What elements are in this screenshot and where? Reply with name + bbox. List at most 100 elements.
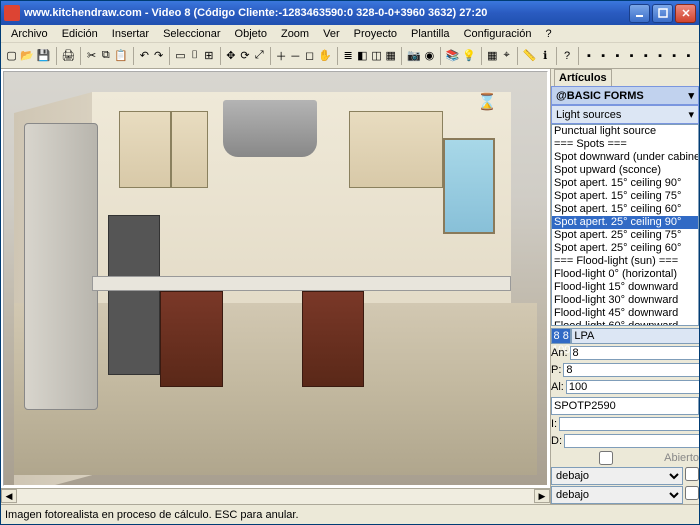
info-button[interactable]: ℹ <box>539 47 552 65</box>
print-button[interactable]: 🖨 <box>60 47 76 65</box>
height-input[interactable] <box>566 380 699 394</box>
a8-button[interactable]: ▪ <box>682 47 695 65</box>
a4-button[interactable]: ▪ <box>625 47 638 65</box>
code-input[interactable] <box>551 397 699 415</box>
menu-seleccionar[interactable]: Seleccionar <box>157 27 226 41</box>
undo-button[interactable]: ↶ <box>138 47 151 65</box>
open-button[interactable]: 📂 <box>19 47 35 65</box>
list-item[interactable]: === Flood-light (sun) === <box>552 255 698 268</box>
snap-button[interactable]: ⌖ <box>500 47 513 65</box>
zoom-out-button[interactable]: － <box>289 47 302 65</box>
dimension-swatch[interactable]: 8 8 100 <box>551 328 571 344</box>
ref-d-input[interactable] <box>564 434 699 448</box>
statusbar: Imagen fotorealista en proceso de cálcul… <box>1 504 699 524</box>
scroll-left-button[interactable]: ◀ <box>1 489 17 503</box>
maximize-button[interactable] <box>652 4 673 23</box>
list-item[interactable]: Flood-light 15° downward <box>552 281 698 294</box>
window-button[interactable]: ⊞ <box>202 47 215 65</box>
open-checkbox[interactable] <box>551 451 661 465</box>
list-item[interactable]: Flood-light 60° downward <box>552 320 698 326</box>
measure-button[interactable]: 📏 <box>522 47 538 65</box>
render-button[interactable]: ◉ <box>423 47 436 65</box>
catalog-label: @BASIC FORMS <box>556 90 644 102</box>
list-item[interactable]: Spot apert. 25° ceiling 60° <box>552 242 698 255</box>
list-item[interactable]: Spot apert. 25° ceiling 90° <box>552 216 698 229</box>
a6-button[interactable]: ▪ <box>653 47 666 65</box>
minimize-button[interactable] <box>629 4 650 23</box>
a7-button[interactable]: ▪ <box>668 47 681 65</box>
category-dropdown[interactable]: Light sources ▾ <box>551 105 699 124</box>
list-item[interactable]: Flood-light 45° downward <box>552 307 698 320</box>
menu-configuración[interactable]: Configuración <box>458 27 538 41</box>
width-label: An: <box>551 347 570 359</box>
grid-button[interactable]: ▦ <box>486 47 499 65</box>
copy-button[interactable]: ⧉ <box>99 47 112 65</box>
close-button[interactable] <box>675 4 696 23</box>
articles-tab[interactable]: Artículos <box>554 69 612 86</box>
zoom-in-button[interactable]: ＋ <box>275 47 288 65</box>
cut-button[interactable]: ✂ <box>85 47 98 65</box>
menu-edición[interactable]: Edición <box>56 27 104 41</box>
menu-ver[interactable]: Ver <box>317 27 346 41</box>
list-item[interactable]: === Spots === <box>552 138 698 151</box>
a3-button[interactable]: ▪ <box>611 47 624 65</box>
light-button[interactable]: 💡 <box>461 47 477 65</box>
scroll-track[interactable] <box>17 489 534 504</box>
redo-button[interactable]: ↷ <box>152 47 165 65</box>
a1-button[interactable]: ▪ <box>582 47 595 65</box>
pos2-checkbox[interactable] <box>685 486 699 500</box>
list-item[interactable]: Flood-light 0° (horizontal) <box>552 268 698 281</box>
catalog-dropdown[interactable]: @BASIC FORMS ▾ <box>551 86 699 105</box>
front-button[interactable]: ◫ <box>370 47 383 65</box>
3d-viewport[interactable]: ⌛ <box>3 71 548 486</box>
scroll-right-button[interactable]: ▶ <box>534 489 550 503</box>
list-item[interactable]: Punctual light source <box>552 125 698 138</box>
menu-archivo[interactable]: Archivo <box>5 27 54 41</box>
menu-?[interactable]: ? <box>539 27 557 41</box>
layers-button[interactable]: ≣ <box>342 47 355 65</box>
save-button[interactable]: 💾 <box>36 47 52 65</box>
list-item[interactable]: Spot apert. 15° ceiling 60° <box>552 203 698 216</box>
ref-i-input[interactable] <box>559 417 699 431</box>
list-item[interactable]: Flood-light 30° downward <box>552 294 698 307</box>
rotate-button[interactable]: ⟳ <box>238 47 251 65</box>
door-button[interactable]: ⌷ <box>188 47 201 65</box>
a2-button[interactable]: ▪ <box>597 47 610 65</box>
menu-insertar[interactable]: Insertar <box>106 27 155 41</box>
zoom-fit-button[interactable]: ◻ <box>303 47 316 65</box>
catalog-button[interactable]: 📚 <box>445 47 461 65</box>
move-button[interactable]: ✥ <box>224 47 237 65</box>
a5-button[interactable]: ▪ <box>639 47 652 65</box>
menubar: ArchivoEdiciónInsertarSeleccionarObjetoZ… <box>1 25 699 43</box>
list-item[interactable]: Spot upward (sconce) <box>552 164 698 177</box>
scale-button[interactable]: ⤢ <box>253 47 266 65</box>
paste-button[interactable]: 📋 <box>113 47 129 65</box>
width-input[interactable] <box>570 346 699 360</box>
menu-zoom[interactable]: Zoom <box>275 27 315 41</box>
list-item[interactable]: Spot downward (under cabinet) <box>552 151 698 164</box>
top-button[interactable]: ▦ <box>384 47 397 65</box>
menu-plantilla[interactable]: Plantilla <box>405 27 456 41</box>
3d-button[interactable]: ◧ <box>356 47 369 65</box>
menu-objeto[interactable]: Objeto <box>229 27 273 41</box>
horizontal-scrollbar[interactable]: ◀ ▶ <box>1 488 550 504</box>
help-button[interactable]: ? <box>561 47 574 65</box>
list-item[interactable]: Spot apert. 15° ceiling 90° <box>552 177 698 190</box>
list-item[interactable]: Spot apert. 25° ceiling 75° <box>552 229 698 242</box>
dimension-summary-row: 8 8 100 <box>551 328 699 344</box>
ref-i-label: I: <box>551 418 559 430</box>
status-text: Imagen fotorealista en proceso de cálcul… <box>5 509 299 521</box>
lpa-input[interactable] <box>571 328 699 344</box>
position-select-1[interactable]: debajo <box>551 467 683 485</box>
pan-button[interactable]: ✋ <box>317 47 333 65</box>
new-button[interactable]: ▢ <box>5 47 18 65</box>
list-item[interactable]: Spot apert. 15° ceiling 75° <box>552 190 698 203</box>
menu-proyecto[interactable]: Proyecto <box>348 27 403 41</box>
position-select-2[interactable]: debajo <box>551 486 683 504</box>
item-list[interactable]: Punctual light source=== Spots ===Spot d… <box>551 124 699 326</box>
wall-button[interactable]: ▭ <box>174 47 187 65</box>
depth-input[interactable] <box>563 363 699 377</box>
pos1-checkbox[interactable] <box>685 467 699 481</box>
camera-button[interactable]: 📷 <box>406 47 422 65</box>
side-panel: Artículos @BASIC FORMS ▾ Light sources ▾… <box>551 69 699 504</box>
